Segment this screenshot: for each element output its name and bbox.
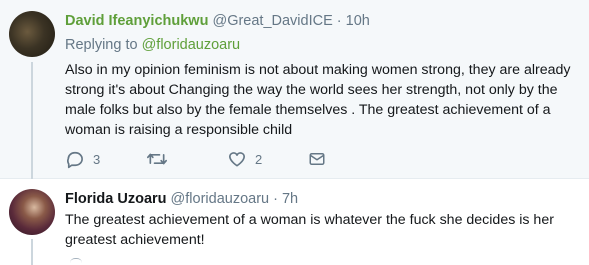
retweet-button[interactable] [146, 148, 176, 170]
tweet-text: The greatest achievement of a woman is w… [65, 212, 554, 248]
thread-connector [31, 239, 33, 265]
like-icon [227, 149, 247, 169]
direct-message-icon [308, 150, 326, 168]
author-handle[interactable]: @Great_DavidICE [212, 13, 332, 29]
like-count: 2 [255, 151, 263, 167]
author-name[interactable]: Florida Uzoaru [65, 191, 167, 207]
replying-to: Replying to @floridauzoaru [65, 36, 240, 54]
retweet-icon [146, 149, 168, 169]
author-name[interactable]: David Ifeanyichukwu [65, 13, 208, 29]
reply-button[interactable]: 3 [65, 148, 100, 170]
tweet-timestamp[interactable]: · 7h [273, 191, 298, 207]
replying-mention-link[interactable]: @floridauzoaru [142, 37, 241, 53]
direct-message-button[interactable] [308, 148, 326, 170]
reply-icon[interactable] [70, 258, 82, 263]
author-handle[interactable]: @floridauzoaru [171, 191, 270, 207]
reply-tweet[interactable]: Florida Uzoaru @floridauzoaru · 7h The g… [0, 179, 589, 265]
tweet-text: Also in my opinion feminism is not about… [65, 62, 571, 138]
like-button[interactable]: 2 [227, 148, 262, 170]
tweet-timestamp[interactable]: · 10h [337, 13, 370, 29]
tweet-header: Florida Uzoaru @floridauzoaru · 7h [65, 190, 298, 208]
tweet-header: David Ifeanyichukwu @Great_DavidICE · 10… [65, 12, 370, 30]
tweet-actions: 3 2 [65, 148, 365, 170]
reply-count: 3 [93, 151, 101, 167]
parent-tweet[interactable]: David Ifeanyichukwu @Great_DavidICE · 10… [0, 0, 589, 180]
reply-icon [65, 149, 85, 169]
avatar[interactable] [9, 189, 55, 235]
replying-label: Replying to [65, 37, 138, 53]
avatar[interactable] [9, 11, 55, 57]
thread-connector [31, 62, 33, 180]
